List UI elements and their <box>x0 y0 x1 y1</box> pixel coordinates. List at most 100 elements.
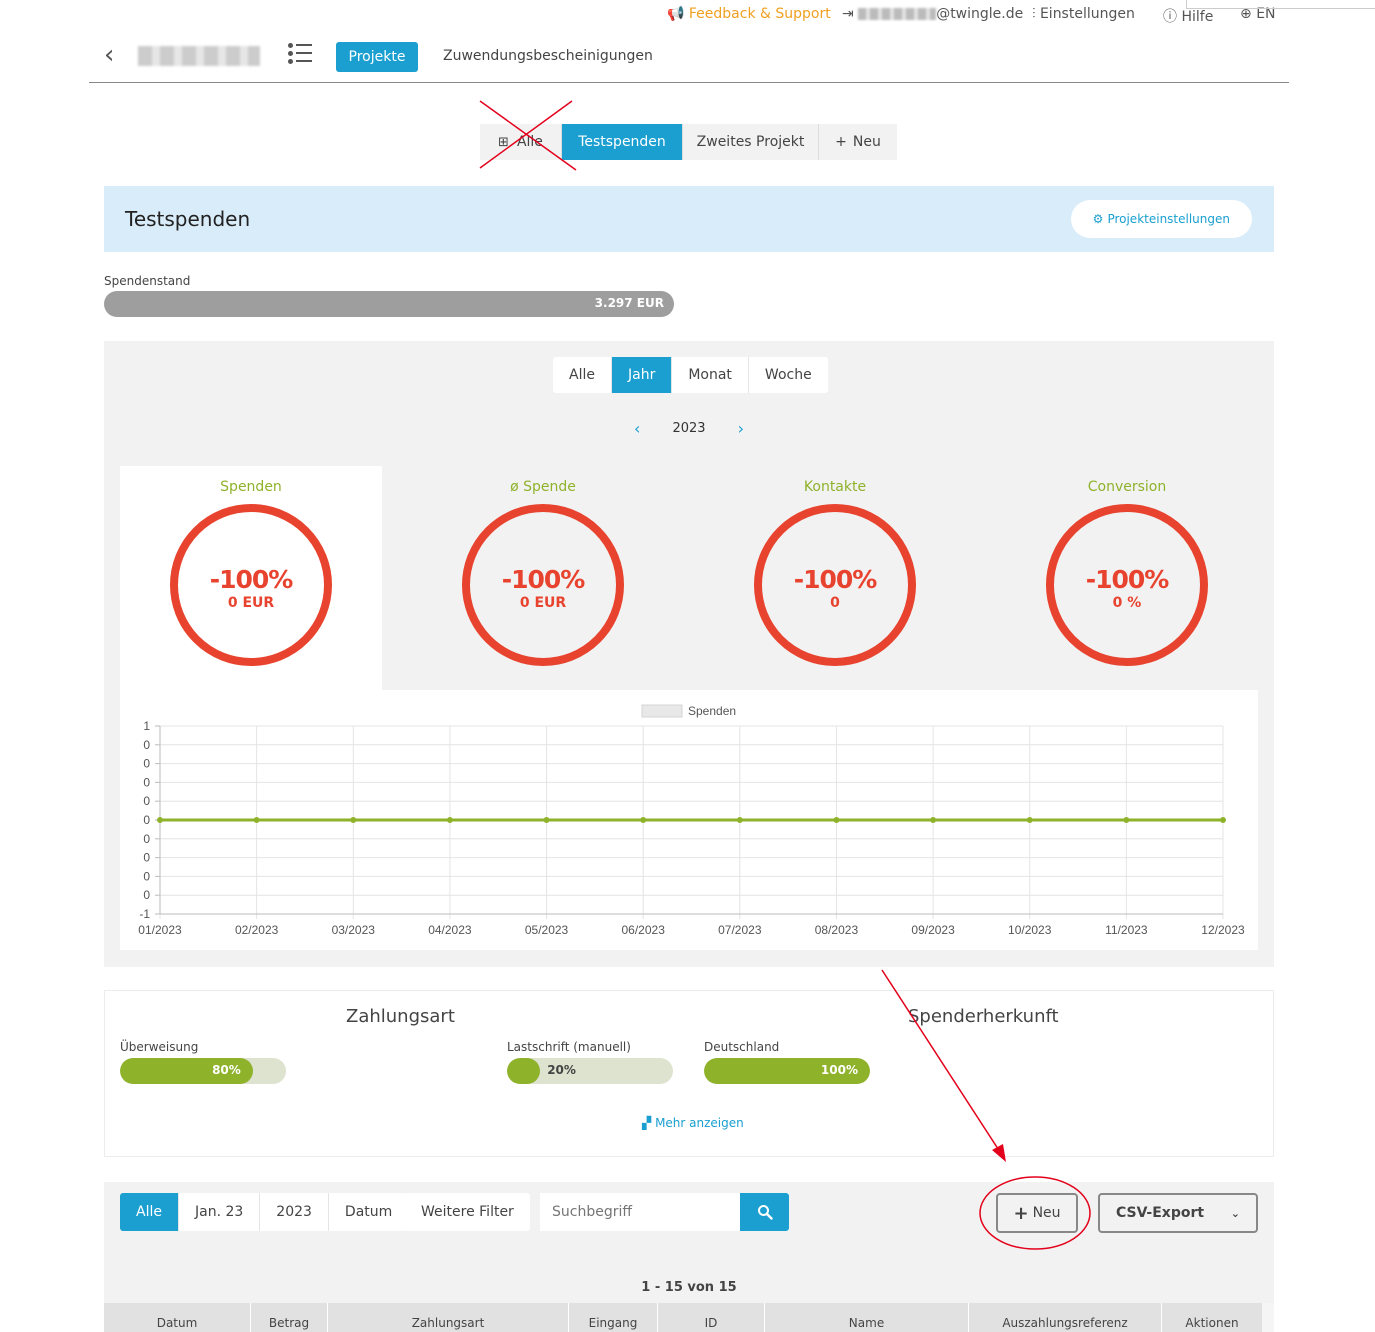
origin-bar-germany: 100% <box>704 1058 870 1084</box>
payment-bar-transfer: 80% <box>120 1058 286 1084</box>
search-button[interactable] <box>740 1193 789 1231</box>
bar-text: 80% <box>212 1063 241 1077</box>
list-menu-icon[interactable] <box>288 42 312 64</box>
project-settings-button[interactable]: ⚙ Projekteinstellungen <box>1070 200 1252 238</box>
nav-projects-button[interactable]: Projekte <box>336 42 418 72</box>
period-tab-month[interactable]: Monat <box>672 357 749 393</box>
donations-line-chart: Spenden 1 0 0 0 0 0 0 0 0 0 -1 01/2023 02/2023 03/2023… <box>120 690 1258 950</box>
x-tick-label: 07/2023 <box>718 923 762 937</box>
y-tick-label: 0 <box>143 757 150 771</box>
feedback-link[interactable]: 📢 Feedback & Support <box>667 6 831 22</box>
bar-text: 100% <box>820 1063 858 1077</box>
kpi-donations[interactable]: Spenden -100% 0 EUR <box>120 466 382 690</box>
donation-status-value: 3.297 EUR <box>594 296 664 310</box>
filter-tab-all[interactable]: Alle <box>120 1193 179 1231</box>
tab-all-projects[interactable]: ⊞ Alle <box>480 124 562 160</box>
dropdown-edge <box>1186 0 1375 9</box>
project-title: Testspenden <box>125 207 251 231</box>
period-tab-week[interactable]: Woche <box>749 357 828 393</box>
info-icon: ⓘ <box>1163 9 1177 25</box>
data-point <box>736 817 743 823</box>
next-year-chevron-icon[interactable]: › <box>738 419 744 438</box>
y-tick-label: 0 <box>143 738 150 752</box>
kpi-value: 0 EUR <box>227 595 275 611</box>
tab-project-testspenden[interactable]: Testspenden <box>562 124 683 160</box>
scrollbar[interactable] <box>1262 1303 1274 1332</box>
blurred-username <box>858 8 937 20</box>
y-tick-label: 0 <box>143 813 150 827</box>
column-header[interactable]: Aktionen <box>1162 1303 1262 1332</box>
kpi-label: Conversion <box>1087 479 1167 495</box>
plus-icon: + <box>1013 1202 1029 1224</box>
column-header[interactable]: Name <box>765 1303 969 1332</box>
chevron-down-icon: ⌄ <box>1230 1206 1240 1220</box>
kpi-percent: -100% <box>1085 565 1170 594</box>
kpi-conversion[interactable]: Conversion -100% 0 % <box>996 466 1258 690</box>
settings-link[interactable]: ⫶ Einstellungen <box>1032 6 1135 22</box>
kpi-value: 0 EUR <box>519 595 567 611</box>
top-bar: 📢 Feedback & Support ⇥ @twingle.de ⫶ Ein… <box>0 0 1375 30</box>
filter-tab-date[interactable]: Datum <box>329 1193 408 1231</box>
help-link[interactable]: ⓘ Hilfe <box>1163 6 1213 26</box>
show-more-link[interactable]: ▞ Mehr anzeigen <box>642 1116 744 1130</box>
x-tick-label: 10/2023 <box>1008 923 1052 937</box>
filter-tab-month[interactable]: Jan. 23 <box>179 1193 261 1231</box>
period-tab-year[interactable]: Jahr <box>611 357 673 393</box>
payment-type-title: Zahlungsart <box>346 1006 455 1027</box>
prev-year-chevron-icon[interactable]: ‹ <box>634 419 640 438</box>
legend-label: Spenden <box>688 704 736 718</box>
year-navigator: ‹ 2023 › <box>634 419 744 438</box>
column-header[interactable]: Auszahlungsreferenz <box>969 1303 1162 1332</box>
kpi-percent: -100% <box>793 565 878 594</box>
data-point <box>253 817 260 823</box>
x-tick-label: 05/2023 <box>525 923 569 937</box>
more-filters-button[interactable]: Weitere Filter <box>405 1193 530 1231</box>
y-tick-label: 0 <box>143 869 150 883</box>
new-donation-button[interactable]: + Neu <box>996 1193 1078 1233</box>
statistics-panel: Alle Jahr Monat Woche ‹ 2023 › Spenden -… <box>104 341 1274 967</box>
payment-origin-panel: Zahlungsart Spenderherkunft Überweisung … <box>104 990 1274 1157</box>
bar-text: 20% <box>547 1063 576 1077</box>
table-header: Datum Betrag Zahlungsart Eingang ID Name… <box>104 1303 1274 1332</box>
plus-icon: + <box>835 134 847 150</box>
period-tab-all[interactable]: Alle <box>553 357 612 393</box>
x-tick-label: 08/2023 <box>815 923 859 937</box>
csv-export-select[interactable]: CSV-Export ⌄ <box>1098 1193 1258 1233</box>
column-header[interactable]: Datum <box>104 1303 251 1332</box>
legend-swatch <box>641 704 683 718</box>
column-header[interactable]: Zahlungsart <box>328 1303 569 1332</box>
chart-svg: Spenden 1 0 0 0 0 0 0 0 0 0 -1 01/2023 02/2023 03/2023… <box>138 704 1245 937</box>
column-header[interactable]: ID <box>658 1303 765 1332</box>
tab-new-project[interactable]: + Neu <box>819 124 897 160</box>
user-menu[interactable]: ⇥ @twingle.de <box>842 6 1023 22</box>
date-filter-tabs: Alle Jan. 23 2023 Datum <box>120 1193 409 1231</box>
kpi-contacts[interactable]: Kontakte -100% 0 <box>704 466 966 690</box>
kpi-value: 0 <box>830 595 840 611</box>
data-point <box>446 817 453 823</box>
x-tick-label: 12/2023 <box>1201 923 1245 937</box>
x-tick-label: 02/2023 <box>235 923 279 937</box>
x-tick-label: 04/2023 <box>428 923 472 937</box>
result-count: 1 - 15 von 15 <box>641 1280 737 1295</box>
column-header[interactable]: Eingang <box>569 1303 658 1332</box>
data-point <box>1220 817 1226 823</box>
data-point <box>930 817 937 823</box>
nav-receipts-link[interactable]: Zuwendungsbescheinigungen <box>443 48 653 64</box>
back-chevron-icon[interactable]: ‹ <box>104 40 114 70</box>
y-tick-label: 0 <box>143 775 150 789</box>
kpi-average-donation[interactable]: ø Spende -100% 0 EUR <box>412 466 674 690</box>
filter-tab-year[interactable]: 2023 <box>260 1193 329 1231</box>
header-divider <box>89 82 1289 83</box>
megaphone-icon: 📢 <box>667 6 685 22</box>
y-tick-label: 0 <box>143 794 150 808</box>
tab-project-second[interactable]: Zweites Projekt <box>683 124 819 160</box>
data-point <box>833 817 840 823</box>
bar-chart-icon: ▞ <box>642 1116 652 1130</box>
data-point <box>1123 817 1130 823</box>
search-icon <box>757 1205 773 1220</box>
data-point <box>543 817 550 823</box>
y-tick-label: 1 <box>143 719 150 733</box>
x-tick-label: 06/2023 <box>621 923 665 937</box>
donation-status-label: Spendenstand <box>104 274 191 288</box>
column-header[interactable]: Betrag <box>251 1303 328 1332</box>
